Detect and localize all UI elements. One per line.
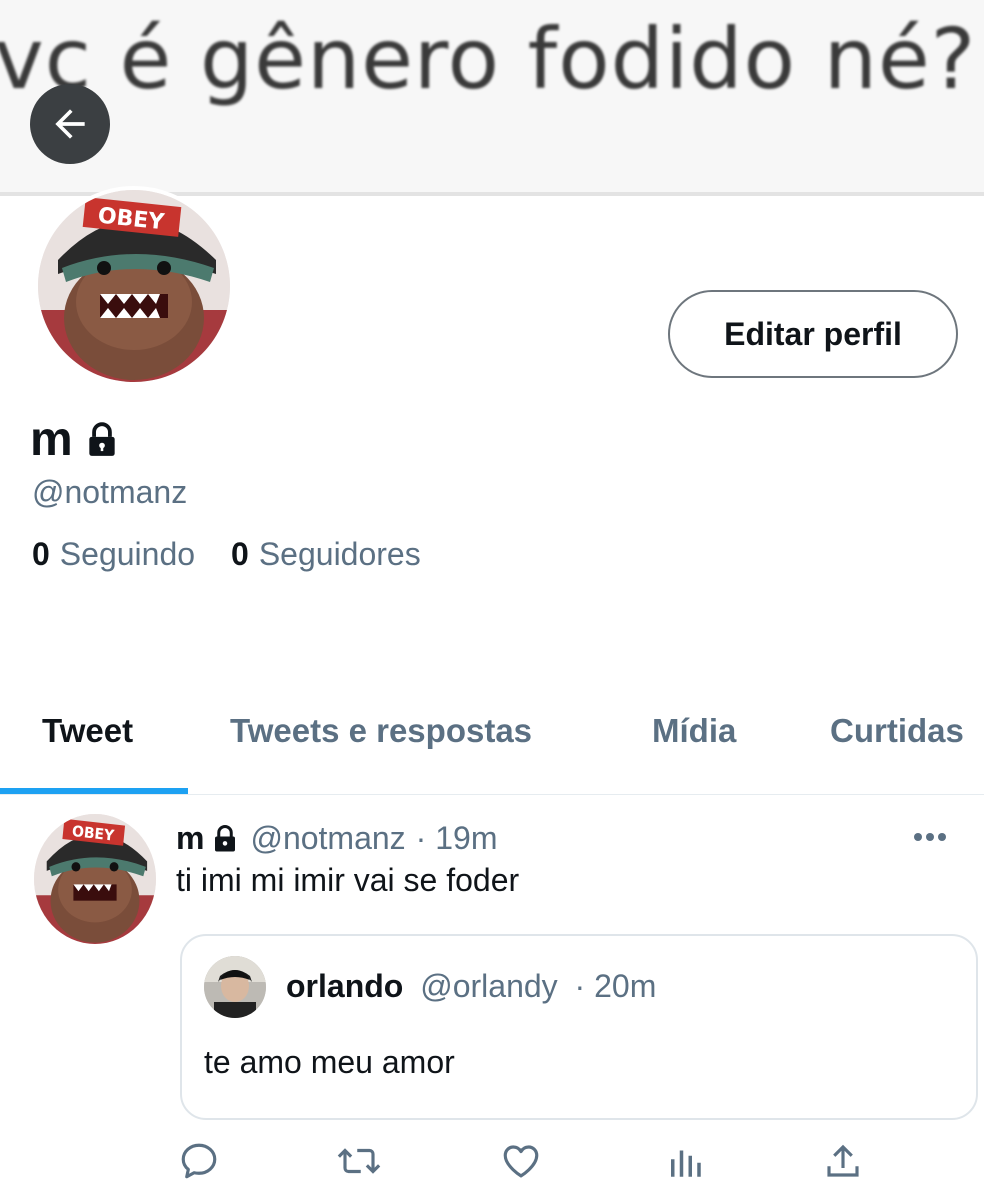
more-options-icon[interactable] [912,830,948,849]
quoted-tweet[interactable]: orlando @orlandy · 20m te amo meu amor [180,934,978,1120]
share-button[interactable] [822,1140,864,1187]
tweet-text: ti imi mi imir vai se foder [176,862,520,898]
analytics-icon [671,1150,701,1177]
tweet-author-name[interactable]: m [176,820,204,857]
lock-icon [215,824,236,851]
quote-text: te amo meu amor [204,1044,455,1080]
reply-icon [181,1143,217,1179]
profile-banner: vc é gênero fodido né? [0,0,984,196]
avatar-image: OBEY [34,814,156,944]
arrow-left-icon [55,109,85,139]
following-link[interactable]: 0 Seguindo [32,536,195,573]
avatar-image: OBEY [38,190,230,382]
quote-author-handle: @orlandy [420,968,558,1004]
retweet-icon [337,1148,381,1174]
tweet-author-handle[interactable]: @notmanz [250,820,405,857]
tweet-avatar[interactable]: OBEY [34,814,156,944]
tweet-time[interactable]: · 19m [416,820,498,857]
avatar-image [204,956,266,1018]
profile-avatar[interactable]: OBEY [34,186,234,386]
quote-author-name: orlando [286,968,404,1004]
display-name-text: m [30,413,73,466]
tweet-header: m @notmanz · 19m [176,820,497,857]
retweet-button[interactable] [336,1140,382,1187]
quote-avatar [204,956,266,1018]
quote-header: orlando @orlandy · 20m [286,968,656,1005]
tab-divider [0,794,984,795]
profile-handle: @notmanz [32,474,188,510]
follow-stats: 0 Seguindo 0 Seguidores [32,536,421,573]
tab-tweets[interactable]: Tweet [42,712,133,750]
profile-tabs: Tweet Tweets e respostas Mídia Curtidas [0,700,984,796]
like-button[interactable] [500,1140,542,1187]
tweet-actions [176,1140,876,1190]
display-name: m [30,412,121,467]
analytics-button[interactable] [664,1140,706,1187]
tab-likes[interactable]: Curtidas [830,712,964,750]
tab-tweets-replies[interactable]: Tweets e respostas [230,712,532,750]
banner-text: vc é gênero fodido né? [0,10,977,108]
reply-button[interactable] [178,1140,220,1187]
followers-link[interactable]: 0 Seguidores [231,536,421,573]
edit-profile-button[interactable]: Editar perfil [668,290,958,378]
like-icon [503,1145,539,1178]
tab-media[interactable]: Mídia [652,712,736,750]
share-icon [827,1144,859,1177]
quote-time: · 20m [574,968,657,1004]
back-button[interactable] [30,84,110,164]
lock-icon [89,421,115,456]
